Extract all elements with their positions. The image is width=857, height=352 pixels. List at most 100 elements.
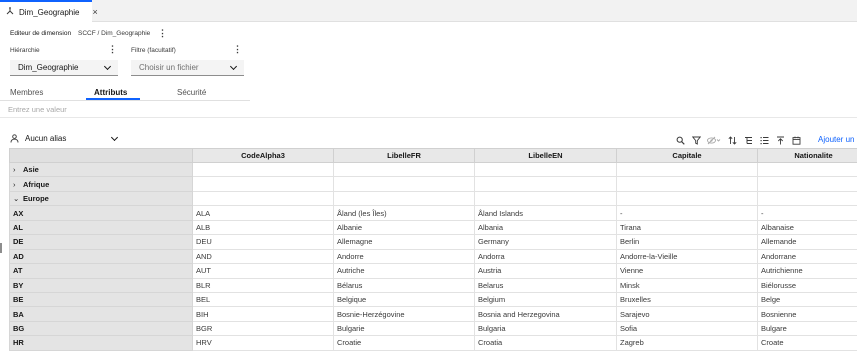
tab-security[interactable]: Sécurité	[177, 85, 206, 101]
column-header-libellefr[interactable]: LibelleFR	[333, 148, 475, 163]
column-header-codealpha3[interactable]: CodeAlpha3	[192, 148, 334, 163]
editor-kebab-icon[interactable]: ⋮	[158, 29, 167, 38]
cell-nationalite[interactable]: Croate	[757, 335, 857, 351]
column-header-nationalite[interactable]: Nationalite	[757, 148, 857, 163]
member-code[interactable]: BY	[9, 277, 193, 293]
cell-libelleen[interactable]: Bosnia and Herzegovina	[474, 306, 617, 322]
chevron-right-icon[interactable]: ›	[13, 165, 23, 174]
cell-libelleen[interactable]: Åland Islands	[474, 205, 617, 221]
member-code[interactable]: DE	[9, 234, 193, 250]
cell-libelleen[interactable]: Bulgaria	[474, 320, 617, 337]
cell-libellefr[interactable]: Bosnie-Herzégovine	[333, 306, 475, 322]
sort-icon[interactable]	[726, 134, 738, 146]
table-cell[interactable]	[192, 176, 334, 192]
cell-nationalite[interactable]: Andorrane	[757, 248, 857, 265]
cell-libellefr[interactable]: Autriche	[333, 263, 475, 279]
cell-codealpha3[interactable]: AUT	[192, 263, 334, 279]
table-cell[interactable]	[757, 176, 857, 192]
cell-codealpha3[interactable]: ALB	[192, 219, 334, 236]
table-cell[interactable]	[474, 190, 617, 207]
group-row-asie[interactable]: › Asie	[9, 161, 193, 178]
cell-codealpha3[interactable]: DEU	[192, 234, 334, 250]
cell-capitale[interactable]: Zagreb	[616, 335, 758, 351]
list-icon[interactable]	[758, 134, 770, 146]
table-cell[interactable]	[616, 190, 758, 207]
cell-codealpha3[interactable]: ALA	[192, 205, 334, 221]
cell-nationalite[interactable]: Albanaise	[757, 219, 857, 236]
cell-capitale[interactable]: Minsk	[616, 277, 758, 293]
table-cell[interactable]	[192, 161, 334, 178]
cell-nationalite[interactable]: Bosnienne	[757, 306, 857, 322]
column-header-capitale[interactable]: Capitale	[616, 148, 758, 163]
hide-icon[interactable]	[706, 134, 722, 146]
cell-nationalite[interactable]: Allemande	[757, 234, 857, 250]
table-cell[interactable]	[474, 176, 617, 192]
cell-libellefr[interactable]: Allemagne	[333, 234, 475, 250]
cell-capitale[interactable]: Sofia	[616, 320, 758, 337]
alias-select[interactable]: Aucun alias	[10, 133, 119, 143]
cell-capitale[interactable]: Tirana	[616, 219, 758, 236]
table-cell[interactable]	[474, 161, 617, 178]
cell-capitale[interactable]: Berlin	[616, 234, 758, 250]
search-input[interactable]: Entrez une valeur	[0, 101, 857, 118]
cell-nationalite[interactable]: Bulgare	[757, 320, 857, 337]
resize-handle[interactable]	[0, 243, 2, 253]
table-cell[interactable]	[616, 176, 758, 192]
cell-libelleen[interactable]: Andorra	[474, 248, 617, 265]
cell-libellefr[interactable]: Albanie	[333, 219, 475, 236]
cell-libellefr[interactable]: Belgique	[333, 291, 475, 308]
cell-libelleen[interactable]: Austria	[474, 263, 617, 279]
member-code[interactable]: BE	[9, 291, 193, 308]
search-icon[interactable]	[674, 134, 686, 146]
member-code[interactable]: BA	[9, 306, 193, 322]
cell-capitale[interactable]: -	[616, 205, 758, 221]
chevron-right-icon[interactable]: ›	[13, 180, 23, 189]
cell-nationalite[interactable]: Belge	[757, 291, 857, 308]
table-cell[interactable]	[757, 161, 857, 178]
table-cell[interactable]	[333, 190, 475, 207]
cell-libellefr[interactable]: Bélarus	[333, 277, 475, 293]
cell-libelleen[interactable]: Belarus	[474, 277, 617, 293]
cell-nationalite[interactable]: -	[757, 205, 857, 221]
table-cell[interactable]	[333, 161, 475, 178]
cell-libelleen[interactable]: Albania	[474, 219, 617, 236]
table-cell[interactable]	[616, 161, 758, 178]
cell-libellefr[interactable]: Åland (les Îles)	[333, 205, 475, 221]
cell-codealpha3[interactable]: AND	[192, 248, 334, 265]
collapse-icon[interactable]	[774, 134, 786, 146]
table-cell[interactable]	[333, 176, 475, 192]
cell-nationalite[interactable]: Autrichienne	[757, 263, 857, 279]
column-header-libelleen[interactable]: LibelleEN	[474, 148, 617, 163]
cell-libellefr[interactable]: Andorre	[333, 248, 475, 265]
cell-codealpha3[interactable]: BLR	[192, 277, 334, 293]
cell-codealpha3[interactable]: HRV	[192, 335, 334, 351]
tab-dim-geographie[interactable]: Dim_Geographie ×	[0, 0, 98, 22]
filter-select[interactable]: Choisir un fichier	[131, 60, 244, 76]
hierarchy-kebab-icon[interactable]: ⋮	[108, 45, 117, 54]
tree-icon[interactable]	[742, 134, 754, 146]
member-code[interactable]: AT	[9, 263, 193, 279]
calendar-icon[interactable]	[790, 134, 802, 146]
cell-nationalite[interactable]: Biélorusse	[757, 277, 857, 293]
chevron-down-icon[interactable]: ⌄	[13, 194, 23, 203]
cell-codealpha3[interactable]: BIH	[192, 306, 334, 322]
member-code[interactable]: AL	[9, 219, 193, 236]
tab-members[interactable]: Membres	[10, 85, 43, 101]
filter-kebab-icon[interactable]: ⋮	[233, 45, 242, 54]
cell-codealpha3[interactable]: BGR	[192, 320, 334, 337]
add-attribute-button[interactable]: Ajouter un a	[818, 135, 857, 144]
table-cell[interactable]	[757, 190, 857, 207]
cell-codealpha3[interactable]: BEL	[192, 291, 334, 308]
cell-capitale[interactable]: Vienne	[616, 263, 758, 279]
member-code[interactable]: BG	[9, 320, 193, 337]
table-cell[interactable]	[192, 190, 334, 207]
member-code[interactable]: HR	[9, 335, 193, 351]
cell-libelleen[interactable]: Germany	[474, 234, 617, 250]
cell-libelleen[interactable]: Belgium	[474, 291, 617, 308]
close-icon[interactable]: ×	[92, 7, 97, 17]
group-row-afrique[interactable]: › Afrique	[9, 176, 193, 192]
group-row-europe[interactable]: ⌄ Europe	[9, 190, 193, 207]
cell-libellefr[interactable]: Croatie	[333, 335, 475, 351]
hierarchy-select[interactable]: Dim_Geographie	[10, 60, 118, 76]
cell-capitale[interactable]: Bruxelles	[616, 291, 758, 308]
